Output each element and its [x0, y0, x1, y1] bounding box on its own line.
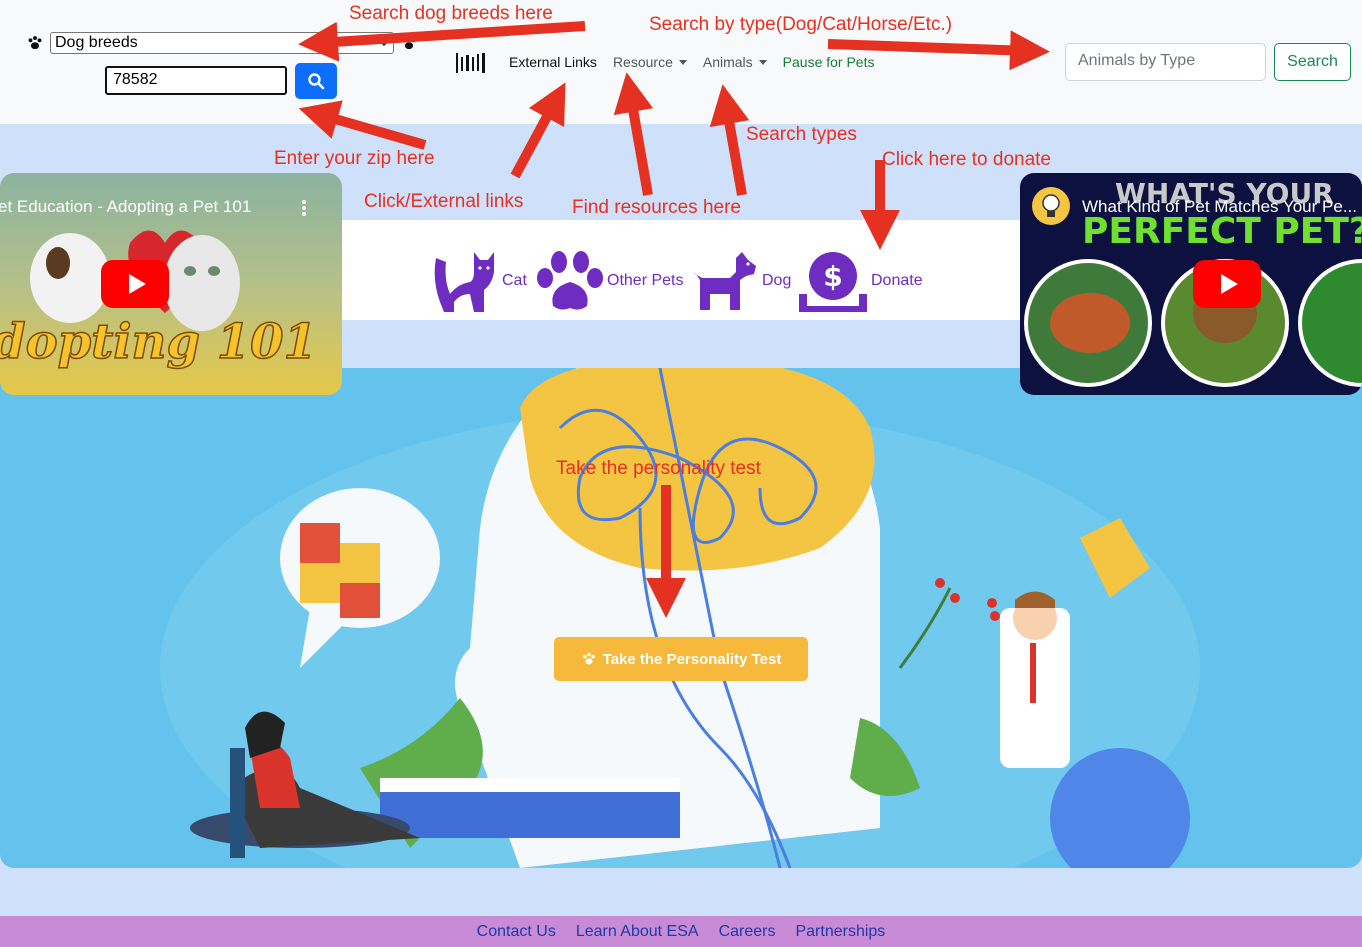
category-donate[interactable]: $ Donate: [797, 250, 923, 314]
breed-select-value: Dog breeds: [55, 34, 138, 51]
cat-icon: [434, 252, 494, 312]
annotation-zip: Enter your zip here: [274, 148, 435, 169]
category-dog[interactable]: Dog: [690, 250, 791, 314]
more-options-icon[interactable]: [300, 199, 308, 217]
footer-careers[interactable]: Careers: [719, 923, 776, 941]
nav-resource-dropdown[interactable]: Resource: [613, 54, 687, 70]
category-cat[interactable]: Cat: [430, 250, 527, 314]
video-adopting-pet-101[interactable]: dopting 101 et Education - Adopting a Pe…: [0, 173, 342, 395]
annotation-search-type: Search by type(Dog/Cat/Horse/Etc.): [649, 14, 953, 35]
caret-down-icon: [678, 59, 687, 65]
annotation-external: Click/External links: [364, 191, 524, 212]
category-cat-label: Cat: [502, 272, 527, 289]
category-other-pets[interactable]: Other Pets: [535, 250, 683, 314]
video-right-title: What Kind of Pet Matches Your Pe...: [1082, 197, 1357, 216]
category-dog-label: Dog: [762, 272, 792, 289]
play-button[interactable]: [1193, 260, 1261, 308]
personality-illustration: [160, 368, 1200, 868]
paw-icon: [582, 652, 595, 665]
footer: Contact Us Learn About ESA Careers Partn…: [0, 916, 1362, 947]
zip-search-button[interactable]: [295, 63, 337, 99]
paw-icon: [28, 36, 42, 50]
breed-select[interactable]: Dog breeds: [50, 32, 394, 54]
annotation-search-breeds: Search dog breeds here: [349, 3, 553, 24]
paw-icon: [537, 251, 603, 310]
svg-text:$: $: [823, 260, 842, 293]
footer-contact-us[interactable]: Contact Us: [477, 923, 556, 941]
video-perfect-pet[interactable]: WHAT'S YOUR PERFECT PET? What Kind of Pe…: [1020, 173, 1362, 395]
dog-icon: [692, 252, 756, 310]
video-left-overlay: dopting 101: [0, 314, 317, 370]
nav-animals-label: Animals: [702, 54, 753, 70]
hero-banner: [0, 368, 1362, 868]
search-icon: [308, 73, 325, 90]
category-other-pets-label: Other Pets: [607, 272, 684, 289]
personality-test-label: Take the Personality Test: [602, 650, 782, 668]
footer-learn-about-esa[interactable]: Learn About ESA: [576, 923, 699, 941]
footer-partnerships[interactable]: Partnerships: [795, 923, 885, 941]
donate-icon: $: [799, 252, 867, 312]
video-left-title: et Education - Adopting a Pet 101: [0, 197, 252, 216]
category-donate-label: Donate: [871, 272, 923, 289]
play-icon: [1220, 274, 1238, 294]
annotation-donate: Click here to donate: [882, 149, 1051, 170]
personality-test-button[interactable]: Take the Personality Test: [554, 637, 808, 681]
nav-pause-for-pets[interactable]: Pause for Pets: [783, 54, 875, 70]
annotation-types: Search types: [746, 124, 857, 145]
play-icon: [128, 274, 146, 294]
zip-input[interactable]: 78582: [105, 66, 287, 95]
animal-type-search-button[interactable]: Search: [1274, 43, 1351, 81]
nav-animals-dropdown[interactable]: Animals: [703, 54, 767, 70]
brand-logo[interactable]: [455, 51, 487, 75]
animal-type-search-input[interactable]: Animals by Type: [1065, 43, 1266, 81]
video-right-overlay-line2: PERFECT PET?: [1082, 211, 1362, 252]
chevron-down-icon: [379, 40, 389, 47]
breed-search-row: Dog breeds: [26, 32, 418, 54]
nav-external-links[interactable]: External Links: [509, 54, 597, 70]
play-button[interactable]: [101, 260, 169, 308]
nav-links: External Links Resource Animals Pause fo…: [509, 54, 874, 70]
annotation-test: Take the personality test: [556, 458, 761, 479]
channel-avatar[interactable]: [1032, 187, 1070, 225]
annotation-resources: Find resources here: [572, 197, 741, 218]
caret-down-icon: [758, 59, 767, 65]
paw-icon: [402, 36, 416, 50]
nav-resource-label: Resource: [612, 54, 673, 70]
